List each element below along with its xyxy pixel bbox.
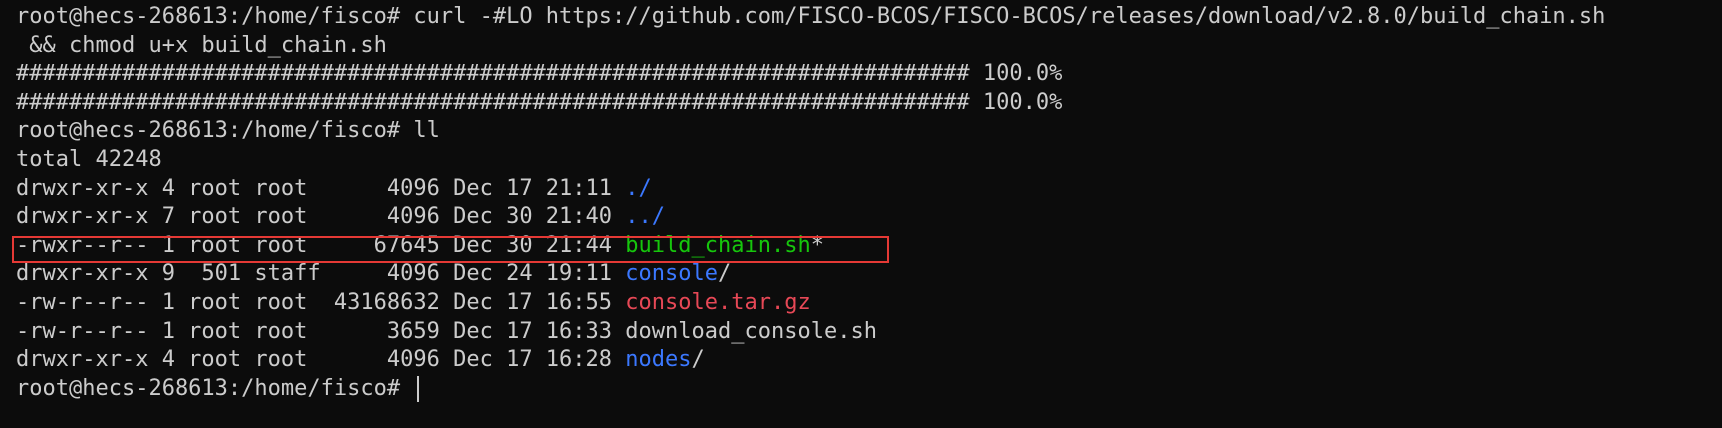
command-line-ll: root@hecs-268613:/home/fisco# ll bbox=[16, 118, 440, 144]
progress-line-1: ########################################… bbox=[16, 61, 1063, 87]
listing-name-directory: ./ bbox=[625, 175, 652, 201]
listing-suffix: * bbox=[810, 232, 824, 258]
listing-name-archive: console.tar.gz bbox=[625, 289, 811, 315]
progress-line-2: ########################################… bbox=[16, 89, 1063, 115]
listing-name-directory: nodes bbox=[625, 347, 692, 373]
listing-name-directory: ../ bbox=[625, 204, 666, 230]
total-line: total 42248 bbox=[16, 146, 162, 172]
listing-meta: drwxr-xr-x 4 root root 4096 Dec 17 16:28 bbox=[16, 347, 626, 373]
shell-prompt: root@hecs-268613:/home/fisco# bbox=[16, 375, 414, 401]
listing-meta: drwxr-xr-x 4 root root 4096 Dec 17 21:11 bbox=[16, 175, 626, 201]
listing-row-nodes: drwxr-xr-x 4 root root 4096 Dec 17 16:28… bbox=[16, 346, 1722, 375]
listing-row-dotdot: drwxr-xr-x 7 root root 4096 Dec 30 21:40… bbox=[16, 203, 1722, 232]
listing-name-file: download_console.sh bbox=[625, 318, 877, 344]
listing-name-directory: console bbox=[625, 261, 718, 287]
command-line-continuation: && chmod u+x build_chain.sh bbox=[16, 32, 387, 58]
listing-row-build-chain: -rwxr--r-- 1 root root 67645 Dec 30 21:4… bbox=[16, 232, 1722, 261]
terminal-window[interactable]: root@hecs-268613:/home/fisco# curl -#LO … bbox=[0, 0, 1722, 428]
text-cursor bbox=[417, 375, 420, 402]
listing-name-executable: build_chain.sh bbox=[625, 232, 811, 258]
listing-meta: -rwxr--r-- 1 root root 67645 Dec 30 21:4… bbox=[16, 232, 626, 258]
listing-suffix: / bbox=[718, 261, 732, 287]
listing-row-dot: drwxr-xr-x 4 root root 4096 Dec 17 21:11… bbox=[16, 175, 1722, 204]
listing-row-download-console: -rw-r--r-- 1 root root 3659 Dec 17 16:33… bbox=[16, 318, 1722, 347]
listing-meta: drwxr-xr-x 7 root root 4096 Dec 30 21:40 bbox=[16, 204, 626, 230]
listing-row-console: drwxr-xr-x 9 501 staff 4096 Dec 24 19:11… bbox=[16, 260, 1722, 289]
listing-row-console-tar: -rw-r--r-- 1 root root 43168632 Dec 17 1… bbox=[16, 289, 1722, 318]
listing-meta: -rw-r--r-- 1 root root 43168632 Dec 17 1… bbox=[16, 289, 626, 315]
listing-suffix: / bbox=[691, 347, 705, 373]
prompt-line[interactable]: root@hecs-268613:/home/fisco# bbox=[16, 375, 1722, 404]
listing-meta: drwxr-xr-x 9 501 staff 4096 Dec 24 19:11 bbox=[16, 261, 626, 287]
listing-meta: -rw-r--r-- 1 root root 3659 Dec 17 16:33 bbox=[16, 318, 626, 344]
command-line-curl: root@hecs-268613:/home/fisco# curl -#LO … bbox=[16, 4, 1606, 29]
